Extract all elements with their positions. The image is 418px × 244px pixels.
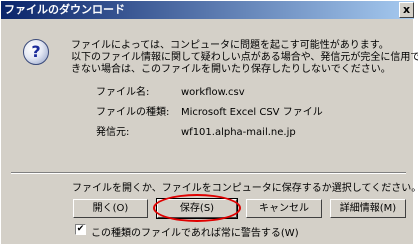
warning-line: きない場合は、このファイルを開いたり保存したりしないでください。 [71,64,391,75]
title-bar[interactable]: ファイルのダウンロード x [1,1,414,19]
cancel-button[interactable]: キャンセル [246,199,322,218]
source-label: 発信元: [96,127,130,138]
warn-checkbox-label[interactable]: この種類のファイルであれば常に警告する(W) [91,224,299,239]
divider [11,172,406,174]
file-name-label: ファイル名: [96,87,150,98]
warning-message: ファイルによっては、コンピュータに問題を起こす可能性があります。 以下のファイル… [71,40,418,76]
question-icon: ? [23,39,49,65]
open-button[interactable]: 開く(O) [73,199,148,218]
warning-line: ファイルによっては、コンピュータに問題を起こす可能性があります。 [71,40,389,51]
file-name-value: workflow.csv [181,87,245,98]
warn-checkbox[interactable]: ✔ [75,224,86,235]
file-download-dialog: ファイルのダウンロード x ? ファイルによっては、コンピュータに問題を起こす可… [0,0,418,244]
close-button[interactable]: x [399,2,414,18]
warning-line: 以下のファイル情報に関して疑わしい点がある場合や、発信元が完全に信用で [71,52,418,63]
save-highlight-circle [153,194,241,222]
choice-prompt: ファイルを開くか、ファイルをコンピュータに保存するか選択してください。 [72,183,418,194]
window-title: ファイルのダウンロード [4,3,125,16]
file-type-label: ファイルの種類: [96,107,170,118]
file-type-value: Microsoft Excel CSV ファイル [181,107,323,118]
details-button[interactable]: 詳細情報(M) [330,199,406,218]
source-value: wf101.alpha-mail.ne.jp [181,127,296,138]
